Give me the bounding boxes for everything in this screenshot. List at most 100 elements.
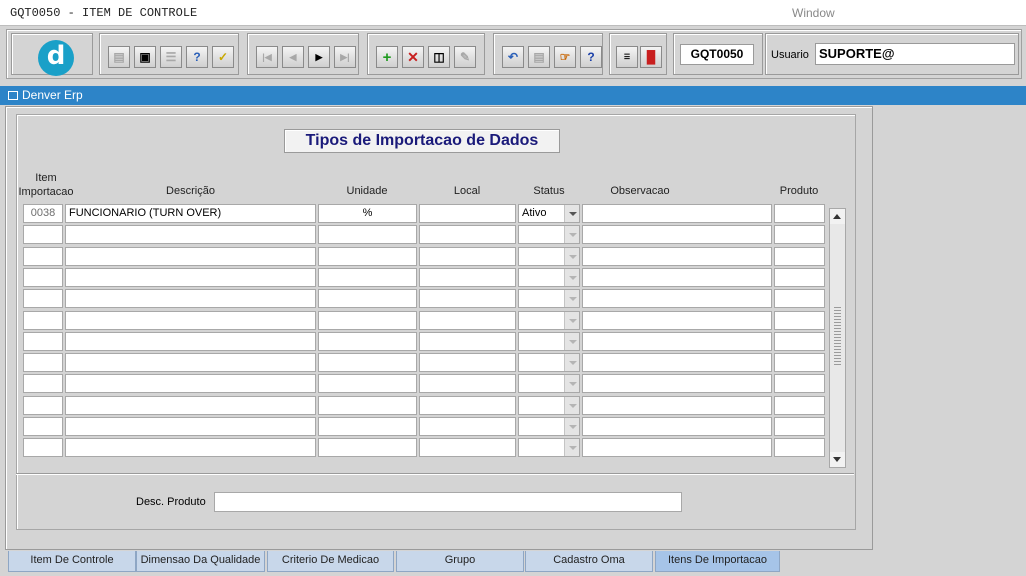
tab-item-de-controle[interactable]: Item De Controle bbox=[8, 551, 136, 572]
local-cell[interactable] bbox=[419, 353, 516, 372]
descricao-cell[interactable] bbox=[65, 417, 316, 436]
chevron-down-icon[interactable] bbox=[564, 418, 579, 435]
local-cell[interactable] bbox=[419, 225, 516, 244]
unidade-cell[interactable] bbox=[318, 417, 417, 436]
next-record-icon[interactable]: ▶ bbox=[308, 46, 330, 68]
duplicate-record-icon[interactable]: ◫ bbox=[428, 46, 450, 68]
status-select[interactable] bbox=[518, 268, 580, 287]
status-select[interactable] bbox=[518, 247, 580, 266]
chevron-down-icon[interactable] bbox=[564, 397, 579, 414]
unidade-cell[interactable] bbox=[318, 374, 417, 393]
chevron-down-icon[interactable] bbox=[564, 248, 579, 265]
window-icon[interactable]: ▣ bbox=[134, 46, 156, 68]
chevron-down-icon[interactable] bbox=[564, 333, 579, 350]
observacao-cell[interactable] bbox=[582, 332, 772, 351]
first-record-icon[interactable]: |◀ bbox=[256, 46, 278, 68]
item-importacao-cell[interactable] bbox=[23, 417, 63, 436]
item-importacao-cell[interactable] bbox=[23, 289, 63, 308]
produto-cell[interactable] bbox=[774, 289, 825, 308]
observacao-cell[interactable] bbox=[582, 204, 772, 223]
produto-cell[interactable] bbox=[774, 332, 825, 351]
unidade-cell[interactable] bbox=[318, 268, 417, 287]
unidade-cell[interactable] bbox=[318, 225, 417, 244]
local-cell[interactable] bbox=[419, 268, 516, 287]
local-cell[interactable] bbox=[419, 417, 516, 436]
produto-cell[interactable] bbox=[774, 311, 825, 330]
status-select[interactable] bbox=[518, 353, 580, 372]
zoom-icon[interactable]: ☞ bbox=[554, 46, 576, 68]
grid-scrollbar[interactable] bbox=[829, 208, 846, 468]
unidade-cell[interactable] bbox=[318, 247, 417, 266]
descricao-cell[interactable] bbox=[65, 268, 316, 287]
descricao-cell[interactable] bbox=[65, 225, 316, 244]
status-select[interactable] bbox=[518, 311, 580, 330]
descricao-cell[interactable] bbox=[65, 332, 316, 351]
status-select[interactable] bbox=[518, 225, 580, 244]
local-cell[interactable] bbox=[419, 247, 516, 266]
produto-cell[interactable] bbox=[774, 353, 825, 372]
local-cell[interactable] bbox=[419, 374, 516, 393]
unidade-cell[interactable] bbox=[318, 438, 417, 457]
scroll-grip[interactable] bbox=[834, 305, 841, 365]
status-select[interactable] bbox=[518, 438, 580, 457]
item-importacao-cell[interactable] bbox=[23, 438, 63, 457]
observacao-cell[interactable] bbox=[582, 417, 772, 436]
observacao-cell[interactable] bbox=[582, 225, 772, 244]
descricao-cell[interactable] bbox=[65, 396, 316, 415]
print-icon[interactable]: ☰ bbox=[160, 46, 182, 68]
execute-query-icon[interactable]: ✓ bbox=[212, 46, 234, 68]
chevron-down-icon[interactable] bbox=[564, 354, 579, 371]
unidade-cell[interactable] bbox=[318, 289, 417, 308]
item-importacao-cell[interactable] bbox=[23, 311, 63, 330]
status-select[interactable]: Ativo bbox=[518, 204, 580, 223]
chevron-down-icon[interactable] bbox=[564, 205, 579, 222]
item-importacao-cell[interactable] bbox=[23, 225, 63, 244]
produto-cell[interactable] bbox=[774, 225, 825, 244]
window-menu[interactable]: Window bbox=[792, 6, 835, 20]
insert-record-icon[interactable]: + bbox=[376, 46, 398, 68]
status-select[interactable] bbox=[518, 396, 580, 415]
observacao-cell[interactable] bbox=[582, 374, 772, 393]
unidade-cell[interactable] bbox=[318, 353, 417, 372]
local-cell[interactable] bbox=[419, 204, 516, 223]
tab-cadastro-oma[interactable]: Cadastro Oma bbox=[525, 551, 653, 572]
scroll-down-icon[interactable] bbox=[830, 452, 845, 467]
observacao-cell[interactable] bbox=[582, 268, 772, 287]
descricao-cell[interactable] bbox=[65, 289, 316, 308]
local-cell[interactable] bbox=[419, 311, 516, 330]
produto-cell[interactable] bbox=[774, 204, 825, 223]
chevron-down-icon[interactable] bbox=[564, 226, 579, 243]
produto-cell[interactable] bbox=[774, 268, 825, 287]
unidade-cell[interactable] bbox=[318, 311, 417, 330]
previous-record-icon[interactable]: ◀ bbox=[282, 46, 304, 68]
local-cell[interactable] bbox=[419, 438, 516, 457]
descricao-cell[interactable] bbox=[65, 353, 316, 372]
local-cell[interactable] bbox=[419, 289, 516, 308]
observacao-cell[interactable] bbox=[582, 438, 772, 457]
produto-cell[interactable] bbox=[774, 396, 825, 415]
chevron-down-icon[interactable] bbox=[564, 290, 579, 307]
produto-cell[interactable] bbox=[774, 438, 825, 457]
chevron-down-icon[interactable] bbox=[564, 269, 579, 286]
descricao-cell[interactable] bbox=[65, 247, 316, 266]
scroll-up-icon[interactable] bbox=[830, 209, 845, 224]
observacao-cell[interactable] bbox=[582, 247, 772, 266]
help-icon[interactable]: ? bbox=[580, 46, 602, 68]
item-importacao-cell[interactable] bbox=[23, 332, 63, 351]
item-importacao-cell[interactable]: 0038 bbox=[23, 204, 63, 223]
status-select[interactable] bbox=[518, 374, 580, 393]
produto-cell[interactable] bbox=[774, 247, 825, 266]
produto-cell[interactable] bbox=[774, 417, 825, 436]
status-select[interactable] bbox=[518, 332, 580, 351]
tab-dimensao-da-qualidade[interactable]: Dimensao Da Qualidade bbox=[136, 551, 265, 572]
clipboard-icon[interactable]: ▤ bbox=[528, 46, 550, 68]
chevron-down-icon[interactable] bbox=[564, 439, 579, 456]
query-icon[interactable]: ? bbox=[186, 46, 208, 68]
status-select[interactable] bbox=[518, 417, 580, 436]
local-cell[interactable] bbox=[419, 396, 516, 415]
desc-produto-field[interactable] bbox=[214, 492, 682, 512]
observacao-cell[interactable] bbox=[582, 396, 772, 415]
observacao-cell[interactable] bbox=[582, 289, 772, 308]
observacao-cell[interactable] bbox=[582, 311, 772, 330]
save-icon[interactable]: ▤ bbox=[108, 46, 130, 68]
